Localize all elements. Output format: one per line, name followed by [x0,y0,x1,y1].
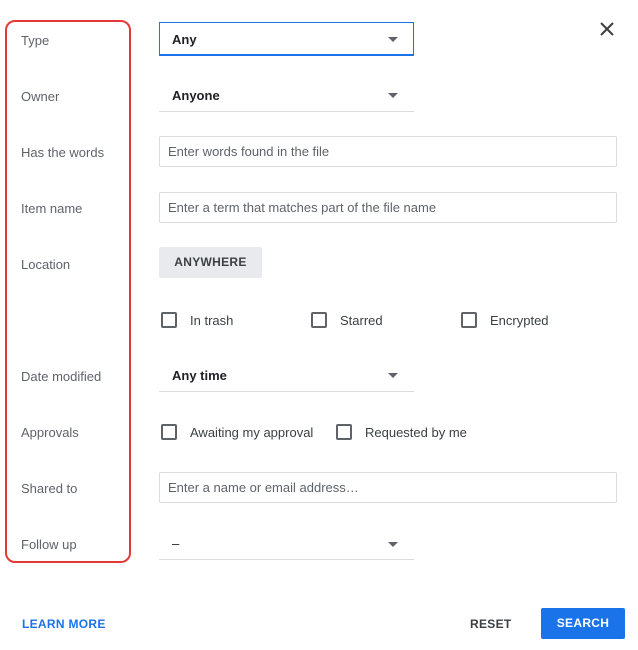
chevron-down-icon [388,542,398,547]
date-modified-label: Date modified [21,369,102,384]
item-name-input[interactable] [159,192,617,223]
type-label: Type [21,33,50,48]
awaiting-approval-label: Awaiting my approval [190,425,314,440]
owner-label: Owner [21,89,60,104]
search-button[interactable]: SEARCH [541,608,625,639]
follow-up-label: Follow up [21,537,77,552]
date-modified-select[interactable]: Any time [159,358,414,392]
type-select-value: Any [172,32,197,47]
has-words-input[interactable] [159,136,617,167]
approvals-label: Approvals [21,425,79,440]
shared-to-label: Shared to [21,481,78,496]
has-words-label: Has the words [21,145,105,160]
chevron-down-icon [388,373,398,378]
requested-by-me-checkbox[interactable] [336,424,352,440]
follow-up-select-value: – [172,536,180,551]
encrypted-checkbox[interactable] [461,312,477,328]
close-icon[interactable] [598,20,616,38]
owner-select[interactable]: Anyone [159,78,414,112]
requested-by-me-label: Requested by me [365,425,467,440]
reset-button[interactable]: RESET [470,617,512,631]
awaiting-approval-checkbox[interactable] [161,424,177,440]
chevron-down-icon [388,37,398,42]
starred-checkbox[interactable] [311,312,327,328]
in-trash-label: In trash [190,313,234,328]
date-modified-select-value: Any time [172,368,227,383]
shared-to-input[interactable] [159,472,617,503]
location-label: Location [21,257,71,272]
type-select[interactable]: Any [159,22,414,56]
starred-label: Starred [340,313,383,328]
encrypted-label: Encrypted [490,313,549,328]
learn-more-link[interactable]: LEARN MORE [22,617,106,631]
in-trash-checkbox[interactable] [161,312,177,328]
follow-up-select[interactable]: – [159,526,414,560]
chevron-down-icon [388,93,398,98]
location-anywhere-button[interactable]: ANYWHERE [159,247,262,278]
item-name-label: Item name [21,201,83,216]
owner-select-value: Anyone [172,88,220,103]
